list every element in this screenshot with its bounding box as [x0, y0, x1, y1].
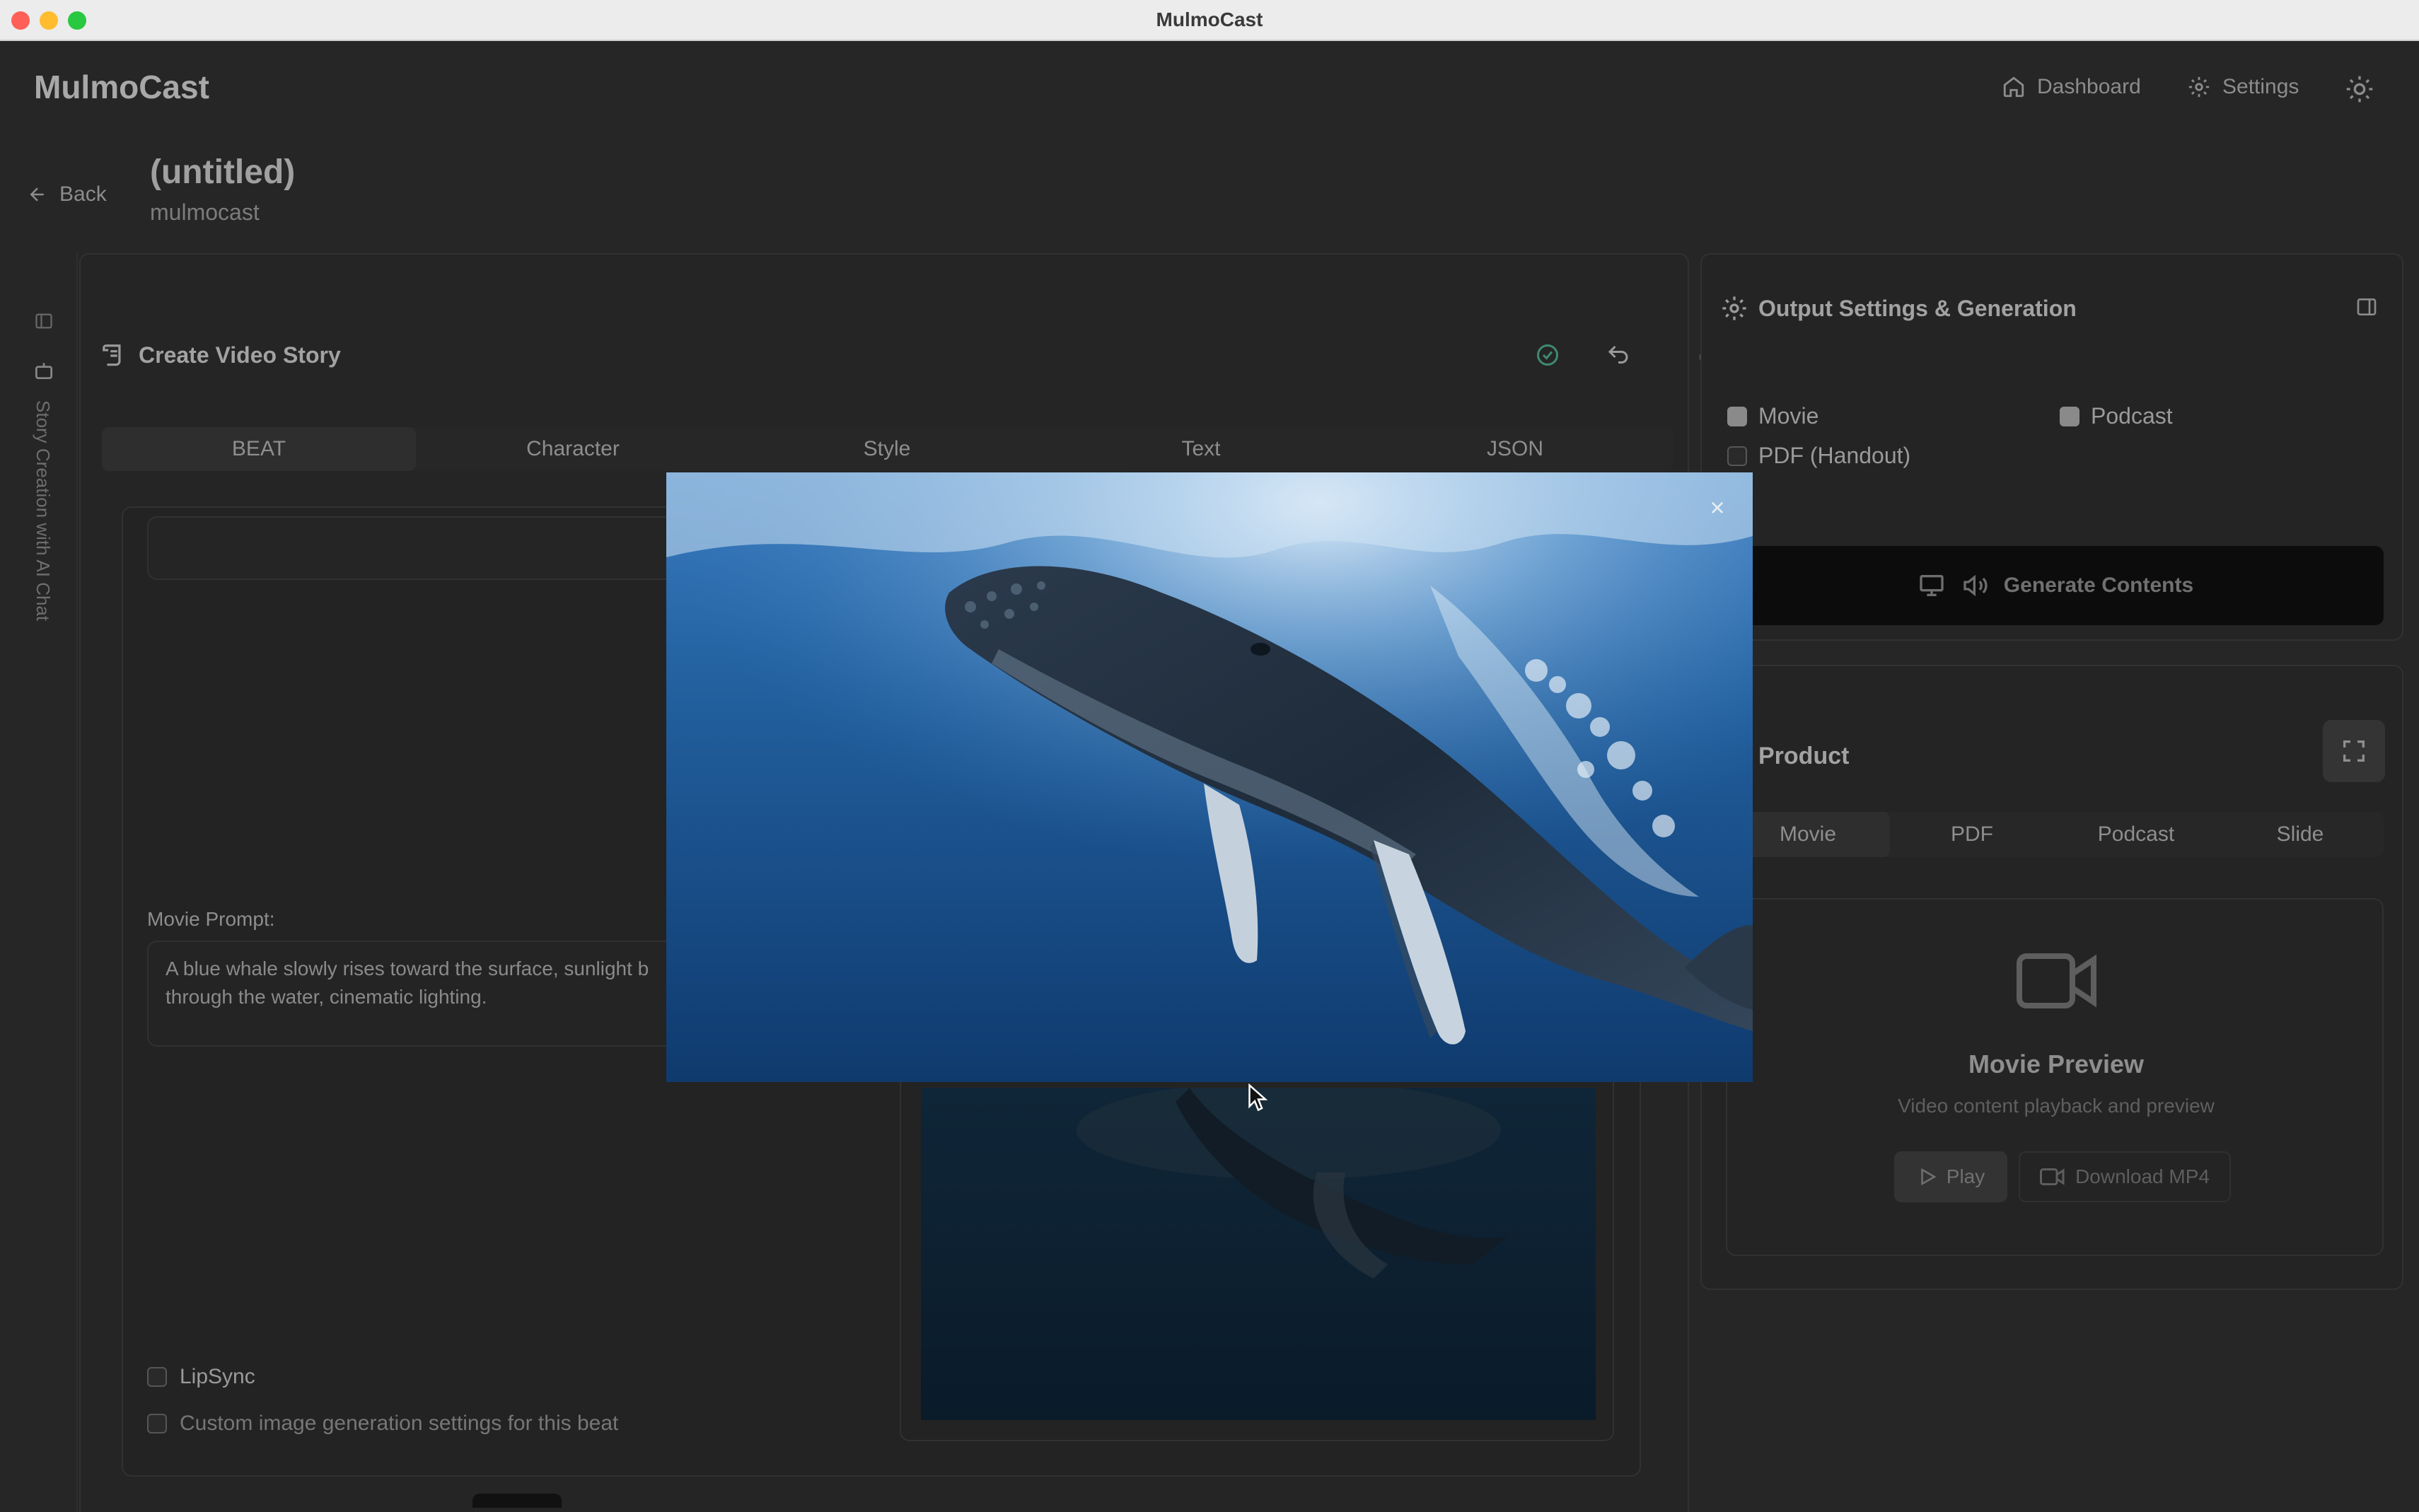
movie-preview-title: Movie Preview: [1968, 1049, 2145, 1078]
custom-settings-row[interactable]: Custom image generation settings for thi…: [147, 1412, 618, 1436]
preview-frame: [900, 1074, 1614, 1441]
tab-character[interactable]: Character: [416, 427, 730, 471]
product-tab-pdf[interactable]: PDF: [1890, 812, 2054, 857]
back-button[interactable]: Back: [27, 182, 107, 207]
lipsync-checkbox[interactable]: [147, 1367, 167, 1387]
video-icon: [2040, 1167, 2065, 1187]
tab-text[interactable]: Text: [1044, 427, 1358, 471]
movie-checkbox[interactable]: [1727, 406, 1747, 426]
script-icon: [100, 342, 127, 369]
custom-settings-checkbox[interactable]: [147, 1414, 167, 1434]
product-tabs: Movie PDF Podcast Slide: [1726, 812, 2384, 857]
lipsync-label: LipSync: [180, 1365, 255, 1388]
monitor-icon: [1916, 571, 1947, 600]
custom-settings-label: Custom image generation settings for thi…: [180, 1412, 619, 1435]
movie-prompt-label: Movie Prompt:: [147, 908, 275, 930]
option-podcast-label: Podcast: [2091, 403, 2173, 429]
tab-style[interactable]: Style: [730, 427, 1044, 471]
home-icon: [2002, 75, 2026, 99]
fullscreen-button[interactable]: [2323, 720, 2385, 782]
beat-preview-image[interactable]: [921, 1088, 1596, 1420]
saved-check-icon: [1535, 342, 1560, 368]
option-pdf[interactable]: PDF (Handout): [1727, 443, 1910, 469]
output-settings-panel: Output Settings & Generation Movie Podca…: [1700, 253, 2403, 641]
project-subtitle: mulmocast: [150, 199, 260, 225]
bottom-button-stub[interactable]: [472, 1494, 562, 1508]
play-button[interactable]: Play: [1894, 1151, 2007, 1202]
nav-settings-label: Settings: [2222, 75, 2299, 98]
collapse-panel-icon[interactable]: [2355, 296, 2378, 318]
generate-contents-label: Generate Contents: [2003, 574, 2194, 597]
nav-dashboard-label: Dashboard: [2037, 75, 2141, 98]
product-title: Product: [1758, 743, 1850, 769]
back-label: Back: [59, 182, 107, 206]
gear-icon: [1720, 294, 1748, 322]
play-label: Play: [1946, 1165, 1985, 1187]
arrow-left-icon: [27, 184, 48, 205]
output-settings-title: Output Settings & Generation: [1758, 296, 2077, 321]
editor-title: Create Video Story: [139, 342, 341, 368]
bot-icon[interactable]: [33, 359, 55, 382]
brand-logo: MulmoCast: [34, 69, 209, 105]
option-movie[interactable]: Movie: [1727, 403, 1818, 429]
option-podcast[interactable]: Podcast: [2060, 403, 2173, 429]
movie-preview-subtitle: Video content playback and preview: [1898, 1095, 2215, 1117]
nav-dashboard[interactable]: Dashboard: [2002, 75, 2141, 99]
option-movie-label: Movie: [1758, 403, 1819, 429]
left-sidebar: Story Creation with AI Chat: [0, 253, 78, 1512]
panel-toggle-icon[interactable]: [34, 311, 54, 331]
expand-icon: [2340, 737, 2368, 765]
tab-json[interactable]: JSON: [1358, 427, 1672, 471]
product-tab-podcast[interactable]: Podcast: [2054, 812, 2218, 857]
nav-settings[interactable]: Settings: [2187, 75, 2299, 99]
video-camera-icon: [2016, 949, 2101, 1013]
window-titlebar: MulmoCast: [0, 0, 2419, 41]
window-title: MulmoCast: [1156, 8, 1263, 30]
speaker-icon: [1960, 571, 1991, 600]
play-icon: [1917, 1166, 1938, 1187]
undo-icon[interactable]: [1603, 342, 1634, 368]
pdf-checkbox[interactable]: [1727, 446, 1747, 466]
mouse-cursor-icon: [1248, 1083, 1269, 1112]
image-viewer-modal[interactable]: ×: [666, 472, 1753, 1082]
lipsync-row[interactable]: LipSync: [147, 1365, 255, 1389]
download-mp4-button[interactable]: Download MP4: [2019, 1151, 2231, 1202]
project-title: (untitled): [150, 153, 296, 191]
whale-image: [666, 472, 1753, 1082]
gear-icon: [2187, 75, 2211, 99]
download-mp4-label: Download MP4: [2075, 1165, 2210, 1187]
close-icon[interactable]: ×: [1705, 495, 1730, 521]
option-pdf-label: PDF (Handout): [1758, 443, 1911, 468]
tab-beat[interactable]: BEAT: [102, 427, 416, 471]
movie-preview-card: Movie Preview Video content playback and…: [1726, 898, 2384, 1256]
sun-icon[interactable]: [2345, 75, 2374, 103]
sidebar-vertical-label[interactable]: Story Creation with AI Chat: [32, 400, 54, 621]
product-panel: Product Movie PDF Podcast Slide Movie Pr…: [1700, 665, 2403, 1290]
podcast-checkbox[interactable]: [2060, 406, 2079, 426]
generate-contents-button[interactable]: Generate Contents: [1726, 546, 2384, 625]
product-tab-slide[interactable]: Slide: [2218, 812, 2382, 857]
editor-tabs: BEAT Character Style Text JSON: [102, 427, 1673, 471]
